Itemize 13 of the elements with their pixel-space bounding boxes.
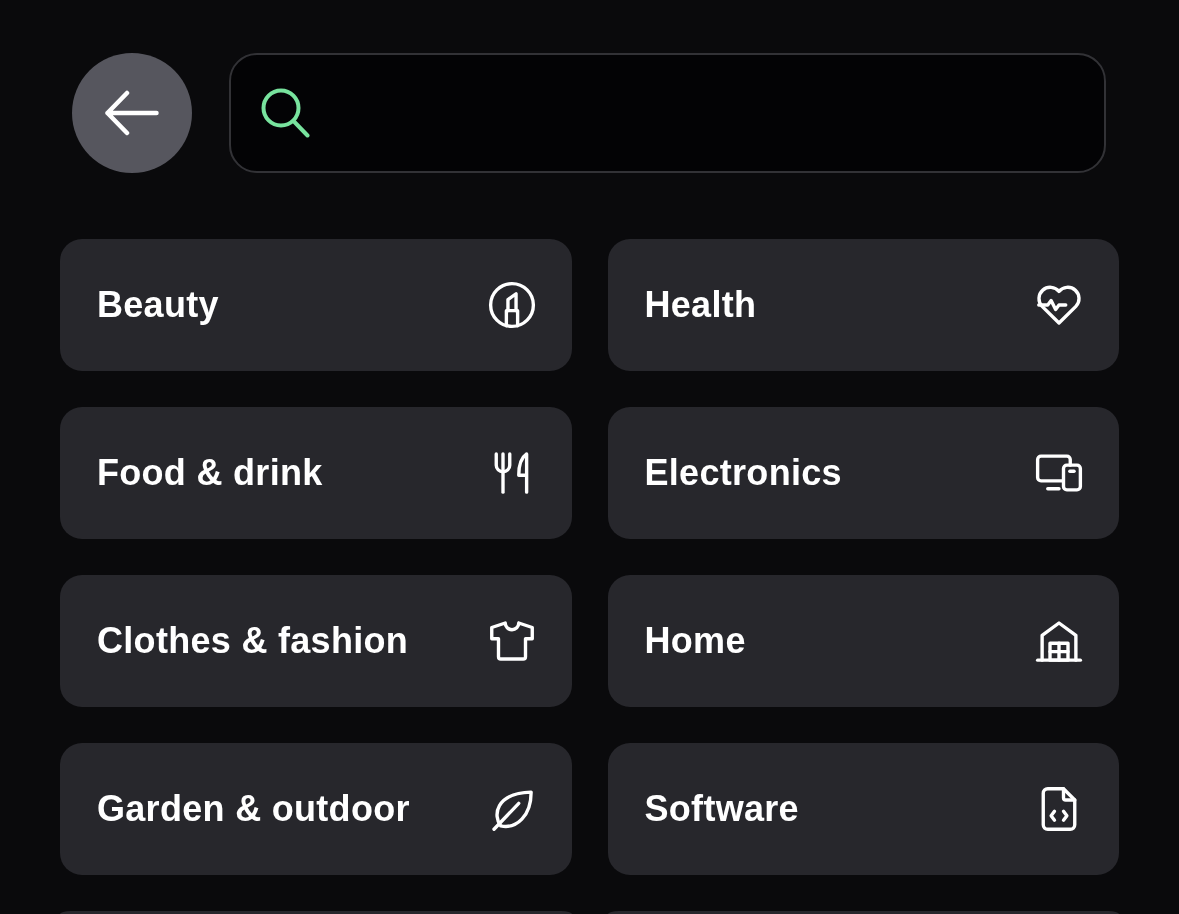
category-button[interactable]: Beauty — [60, 239, 572, 371]
category-button[interactable]: Clothes & fashion — [60, 575, 572, 707]
category-button[interactable]: Food & drink — [60, 407, 572, 539]
category-button[interactable]: Home — [607, 575, 1119, 707]
category-button[interactable] — [60, 911, 572, 914]
arrow-left-icon — [105, 90, 159, 136]
category-button[interactable]: Garden & outdoor — [60, 743, 572, 875]
category-button[interactable] — [607, 911, 1119, 914]
category-button[interactable]: Electronics — [607, 407, 1119, 539]
category-button[interactable]: Software — [607, 743, 1119, 875]
search-field[interactable] — [229, 53, 1106, 173]
category-button[interactable]: Health — [607, 239, 1119, 371]
search-icon — [261, 88, 310, 138]
